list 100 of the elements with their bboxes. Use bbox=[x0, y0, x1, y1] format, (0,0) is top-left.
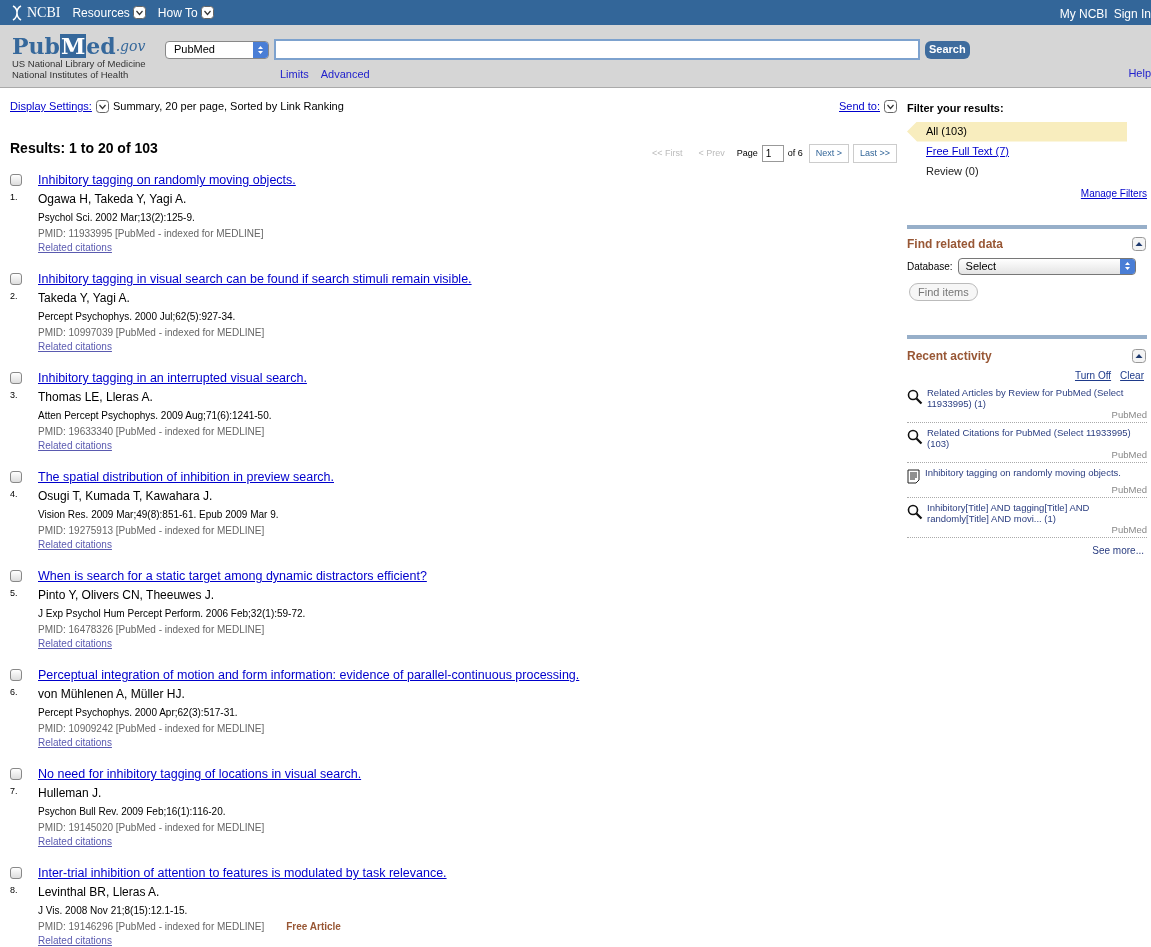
logo-subtitle: National Institutes of Health bbox=[12, 69, 130, 80]
database-select[interactable]: PubMed bbox=[165, 40, 269, 59]
collapse-icon[interactable] bbox=[1132, 348, 1146, 363]
result-title-link[interactable]: Perceptual integration of motion and form information: evidence of parallel-continuous processing. bbox=[38, 666, 580, 685]
see-more-link[interactable]: See more... bbox=[1092, 542, 1144, 558]
checkbox[interactable] bbox=[10, 174, 22, 186]
result-pmid: PMID: 11933995 [PubMed - indexed for MEDLINE] bbox=[38, 227, 264, 241]
dropdown-icon[interactable] bbox=[95, 99, 109, 113]
result-authors: Takeda Y, Yagi A. bbox=[38, 290, 131, 307]
related-citations-link[interactable]: Related citations bbox=[38, 538, 334, 551]
related-citations-link[interactable]: Related citations bbox=[38, 934, 447, 947]
stepper-icon[interactable] bbox=[1119, 258, 1135, 274]
activity-database: PubMed bbox=[1111, 483, 1147, 496]
header-link[interactable]: Limits bbox=[280, 66, 309, 83]
related-citations-link[interactable]: Related citations bbox=[38, 439, 307, 452]
last-page-button[interactable]: Last >> bbox=[852, 143, 897, 163]
checkbox[interactable] bbox=[10, 372, 22, 384]
menu-link[interactable]: Resources bbox=[72, 3, 130, 22]
header-link[interactable]: Sign In bbox=[1113, 5, 1151, 23]
result-number: 7. bbox=[10, 785, 19, 798]
result-number: 3. bbox=[10, 389, 19, 402]
section-title: Recent activity bbox=[907, 347, 992, 365]
result-title-link[interactable]: Inter-trial inhibition of attention to features is modulated by task relevance. bbox=[38, 864, 447, 883]
page-label: Page bbox=[736, 146, 758, 160]
next-page-button[interactable]: Next > bbox=[808, 143, 849, 163]
result-title-link[interactable]: Inhibitory tagging in visual search can be found if search stimuli remain visible. bbox=[38, 270, 472, 289]
result-authors: von Mühlenen A, Müller HJ. bbox=[38, 686, 186, 703]
dropdown-icon[interactable] bbox=[884, 99, 897, 113]
result-number: 4. bbox=[10, 488, 19, 501]
result-journal: Psychon Bull Rev. 2009 Feb;16(1):116-20. bbox=[38, 805, 227, 819]
find-items-button[interactable]: Find items bbox=[909, 282, 978, 301]
checkbox[interactable] bbox=[10, 471, 22, 483]
result-title-link[interactable]: No need for inhibitory tagging of locations in visual search. bbox=[38, 765, 362, 784]
activity-action-link[interactable]: Clear bbox=[1120, 367, 1144, 383]
activity-link[interactable]: Inhibitory tagging on randomly moving objects. bbox=[925, 466, 1121, 484]
result-number: 2. bbox=[10, 290, 19, 303]
search-field[interactable] bbox=[274, 39, 920, 60]
ncbi-logo[interactable]: NCBI bbox=[27, 2, 61, 23]
result-journal: Atten Percept Psychophys. 2009 Aug;71(6):1241-50. bbox=[38, 409, 273, 423]
send-to-link[interactable]: Send to: bbox=[839, 98, 880, 115]
result-title-link[interactable]: The spatial distribution of inhibition in preview search. bbox=[38, 468, 334, 487]
related-citations-link[interactable]: Related citations bbox=[38, 835, 362, 848]
dropdown-icon[interactable] bbox=[200, 6, 214, 19]
checkbox[interactable] bbox=[10, 273, 22, 285]
result-journal: Percept Psychophys. 2000 Jul;62(5):927-34. bbox=[38, 310, 237, 324]
result-number: 1. bbox=[10, 191, 19, 204]
result-authors: Osugi T, Kumada T, Kawahara J. bbox=[38, 488, 214, 505]
activity-link[interactable]: Related Articles by Review for PubMed (Select 11933995) (1) bbox=[927, 386, 1147, 409]
related-citations-link[interactable]: Related citations bbox=[38, 241, 296, 254]
result-pmid: PMID: 16478326 [PubMed - indexed for MEDLINE] bbox=[38, 623, 265, 637]
related-citations-link[interactable]: Related citations bbox=[38, 736, 580, 749]
checkbox[interactable] bbox=[10, 768, 22, 780]
result-journal: Percept Psychophys. 2000 Apr;62(3):517-31. bbox=[38, 706, 239, 720]
result-number: 5. bbox=[10, 587, 19, 600]
filter-item[interactable]: All (103) bbox=[907, 121, 1127, 142]
filter-item[interactable]: Free Full Text (7) bbox=[907, 141, 1127, 162]
free-article-label: Free Article bbox=[286, 920, 341, 934]
activity-link[interactable]: Related Citations for PubMed (Select 11933995) (103) bbox=[927, 426, 1147, 449]
result-pmid: PMID: 19633340 [PubMed - indexed for MEDLINE] bbox=[38, 425, 265, 439]
document-icon bbox=[907, 468, 921, 484]
display-settings-text: Summary, 20 per page, Sorted by Link Ranking bbox=[112, 99, 344, 114]
checkbox[interactable] bbox=[10, 867, 22, 879]
menu-link[interactable]: How To bbox=[157, 3, 198, 22]
checkbox[interactable] bbox=[10, 570, 22, 582]
related-citations-link[interactable]: Related citations bbox=[38, 340, 472, 353]
result-number: 8. bbox=[10, 884, 19, 897]
page-field[interactable]: 1 bbox=[761, 144, 784, 162]
activity-link[interactable]: Inhibitory[Title] AND tagging[Title] AND randomly[Title] AND movi... (1) bbox=[927, 501, 1147, 524]
result-journal: Vision Res. 2009 Mar;49(8):851-61. Epub 2009 Mar 9. bbox=[38, 508, 280, 522]
result-authors: Pinto Y, Olivers CN, Theeuwes J. bbox=[38, 587, 216, 604]
result-journal: J Exp Psychol Hum Percept Perform. 2006 Feb;32(1):59-72. bbox=[38, 607, 307, 621]
result-pmid: PMID: 19275913 [PubMed - indexed for MEDLINE] bbox=[38, 524, 265, 538]
result-authors: Ogawa H, Takeda Y, Yagi A. bbox=[38, 191, 188, 208]
database-select[interactable]: Select bbox=[957, 257, 1136, 275]
help-link[interactable]: Help bbox=[1128, 65, 1151, 82]
related-citations-link[interactable]: Related citations bbox=[38, 637, 427, 650]
result-journal: Psychol Sci. 2002 Mar;13(2):125-9. bbox=[38, 211, 196, 225]
result-authors: Thomas LE, Lleras A. bbox=[38, 389, 154, 406]
header-link[interactable]: My NCBI bbox=[1059, 5, 1108, 23]
database-label: Database: bbox=[907, 259, 953, 274]
result-journal: J Vis. 2008 Nov 21;8(15):12.1-15. bbox=[38, 904, 189, 918]
activity-action-link[interactable]: Turn Off bbox=[1074, 367, 1112, 383]
collapse-icon[interactable] bbox=[1132, 236, 1146, 251]
manage-filters-link[interactable]: Manage Filters bbox=[1080, 185, 1147, 201]
dropdown-icon[interactable] bbox=[132, 6, 146, 19]
result-title-link[interactable]: Inhibitory tagging on randomly moving objects. bbox=[38, 171, 296, 190]
header-link[interactable]: Advanced bbox=[320, 66, 370, 83]
result-pmid: PMID: 19145020 [PubMed - indexed for MEDLINE] bbox=[38, 821, 265, 835]
search-button[interactable]: Search bbox=[925, 40, 970, 59]
activity-database: PubMed bbox=[1111, 408, 1147, 421]
result-pmid: PMID: 10997039 [PubMed - indexed for MEDLINE] bbox=[38, 326, 265, 340]
checkbox[interactable] bbox=[10, 669, 22, 681]
dna-icon bbox=[10, 4, 24, 21]
page-count: of 6 bbox=[787, 146, 803, 160]
result-title-link[interactable]: When is search for a static target among dynamic distractors efficient? bbox=[38, 567, 427, 586]
display-settings-link[interactable]: Display Settings: bbox=[10, 98, 92, 115]
stepper-icon[interactable] bbox=[253, 41, 268, 58]
results-heading: Results: 1 to 20 of 103 bbox=[10, 139, 158, 159]
logo-subtitle: US National Library of Medicine bbox=[12, 58, 147, 69]
result-title-link[interactable]: Inhibitory tagging in an interrupted visual search. bbox=[38, 369, 307, 388]
